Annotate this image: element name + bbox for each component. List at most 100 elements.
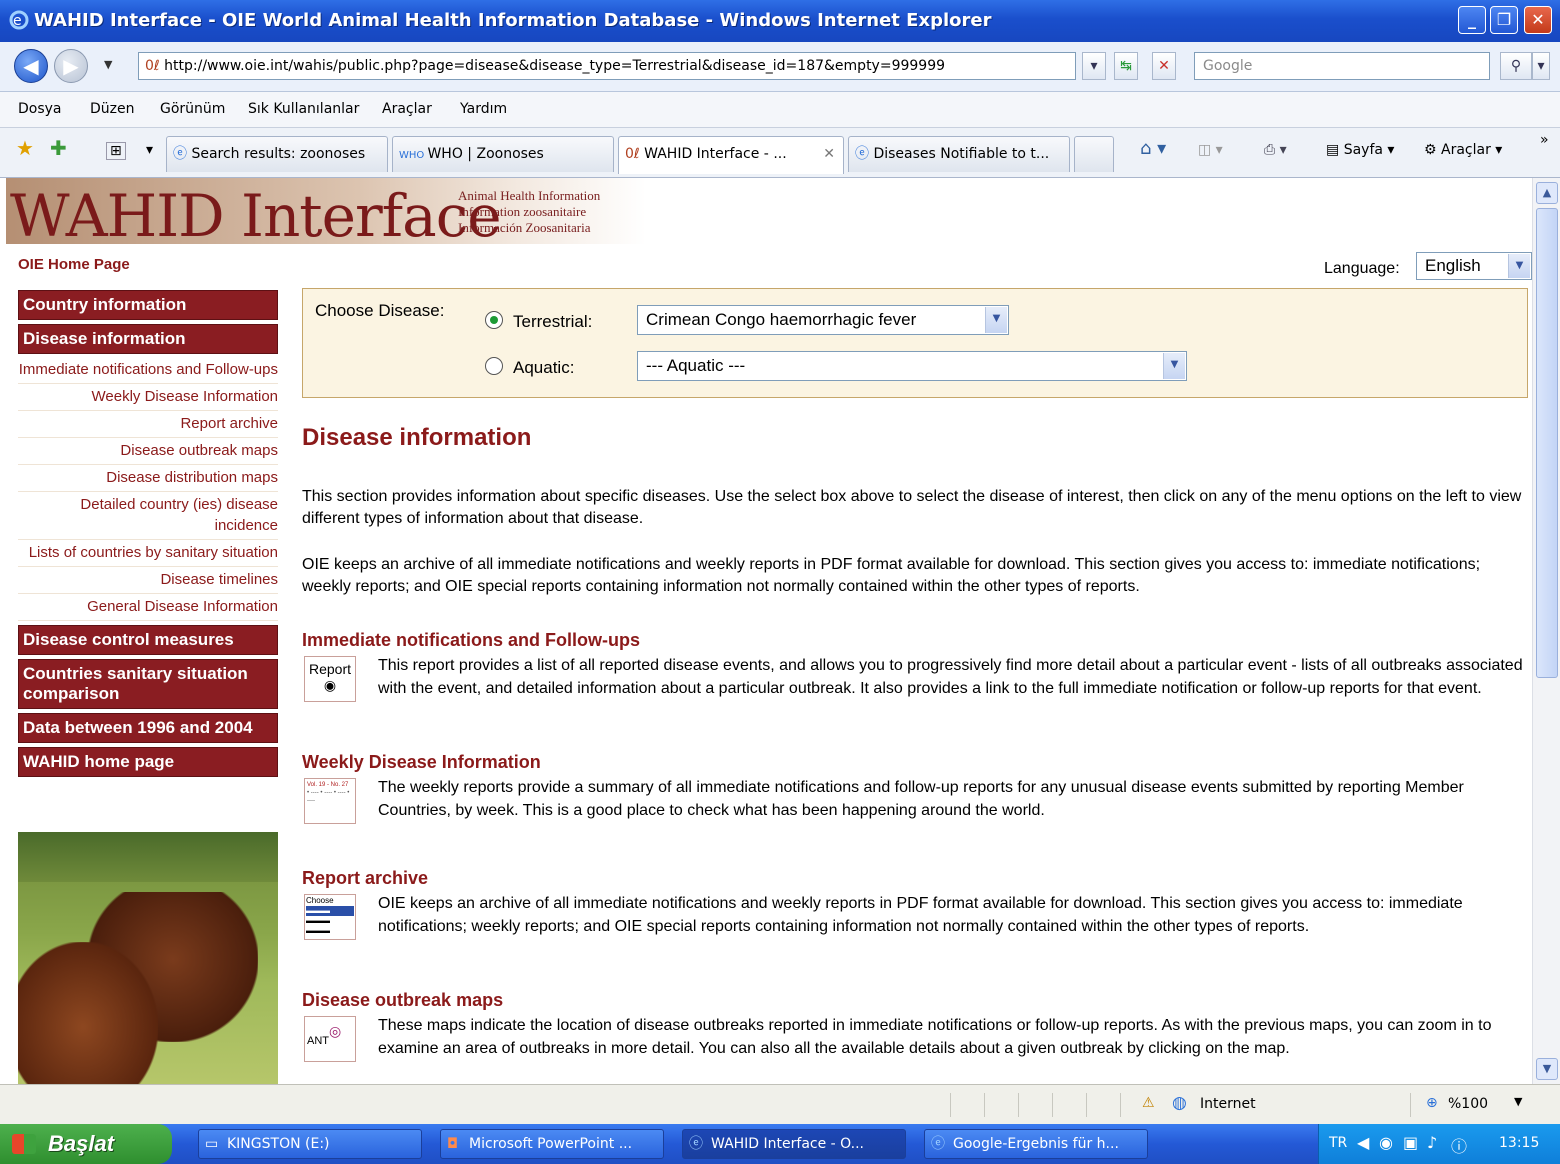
home-icon[interactable]: ⌂ ▾	[1140, 138, 1166, 159]
sidebar-nav: Country information Disease information …	[18, 290, 278, 781]
svg-text:e: e	[13, 13, 22, 29]
zone-label: Internet	[1200, 1096, 1256, 1112]
tab-list-dropdown-icon[interactable]: ▾	[146, 142, 153, 158]
search-icon[interactable]: ⚲	[1500, 52, 1532, 80]
sidebar-item-data-1996-2004[interactable]: Data between 1996 and 2004	[18, 713, 278, 743]
ie-page-icon: ⓔ	[855, 146, 874, 162]
sidebar-item-immediate-notifications[interactable]: Immediate notifications and Follow-ups	[18, 358, 278, 384]
tray-app-icon[interactable]: ◉	[1379, 1133, 1393, 1152]
sidebar-item-wahid-home-page[interactable]: WAHID home page	[18, 747, 278, 777]
weekly-report-icon[interactable]: Vol. 19 - No. 27 • ---- • ---- • ---- • -…	[304, 778, 356, 824]
sidebar-item-lists-of-countries[interactable]: Lists of countries by sanitary situation	[18, 540, 278, 567]
close-button[interactable]: ✕	[1524, 6, 1552, 34]
search-input[interactable]: Google	[1194, 52, 1490, 80]
menu-file[interactable]: Dosya	[18, 101, 62, 117]
address-dropdown-button[interactable]: ▾	[1082, 52, 1106, 80]
site-banner: WAHID Interface Animal Health Informatio…	[6, 178, 1532, 250]
oie-icon: 0ℓ	[625, 146, 645, 162]
language-indicator[interactable]: TR	[1329, 1135, 1347, 1151]
sidebar-item-weekly-disease-information[interactable]: Weekly Disease Information	[18, 384, 278, 411]
sidebar-item-report-archive[interactable]: Report archive	[18, 411, 278, 438]
tab-who-zoonoses[interactable]: WHO WHO | Zoonoses	[392, 136, 614, 172]
tab-diseases-notifiable[interactable]: ⓔ Diseases Notifiable to t...	[848, 136, 1070, 172]
terrestrial-disease-select[interactable]: Crimean Congo haemorrhagic fever ▼	[637, 305, 1009, 335]
feeds-icon[interactable]: ◫ ▾	[1198, 142, 1223, 158]
more-toolbar-icon[interactable]: »	[1540, 132, 1549, 148]
status-bar: ⚠ ◍ Internet ⊕ %100 ▼	[0, 1084, 1560, 1124]
close-tab-icon[interactable]: ✕	[823, 137, 835, 171]
zoom-icon[interactable]: ⊕	[1426, 1095, 1438, 1111]
tray-info-icon[interactable]: ⓘ	[1451, 1133, 1467, 1157]
sidebar-item-disease-information[interactable]: Disease information	[18, 324, 278, 354]
sidebar-item-disease-control-measures[interactable]: Disease control measures	[18, 625, 278, 655]
security-warning-icon[interactable]: ⚠	[1142, 1095, 1155, 1111]
tray-network-icon[interactable]: ▣	[1403, 1133, 1418, 1152]
report-eye-icon[interactable]: Report ◉	[304, 656, 356, 702]
sidebar-item-detailed-country-disease-incidence[interactable]: Detailed country (ies) disease incidence	[18, 492, 278, 540]
menu-tools[interactable]: Araçlar	[382, 101, 432, 117]
tray-collapse-icon[interactable]: ◀	[1357, 1133, 1369, 1152]
scroll-down-icon[interactable]: ▼	[1536, 1058, 1558, 1080]
tab-wahid-interface[interactable]: 0ℓ WAHID Interface - ... ✕	[618, 136, 844, 174]
powerpoint-icon: ◘	[447, 1136, 459, 1152]
sidebar-item-general-disease-information[interactable]: General Disease Information	[18, 594, 278, 621]
zoom-level[interactable]: %100	[1448, 1096, 1488, 1112]
archive-select-icon[interactable]: Choose ▬▬▬ ▬▬▬ ▬▬▬	[304, 894, 356, 940]
new-tab-button[interactable]	[1074, 136, 1114, 172]
menu-help[interactable]: Yardım	[460, 101, 507, 117]
language-select[interactable]: English ▼	[1416, 252, 1532, 280]
page-menu-button[interactable]: ▤ Sayfa ▾	[1326, 142, 1394, 158]
menu-edit[interactable]: Düzen	[90, 101, 135, 117]
sidebar-item-countries-sanitary-comparison[interactable]: Countries sanitary situation comparison	[18, 659, 278, 709]
taskbar-item-kingston[interactable]: ▭ KINGSTON (E:)	[198, 1129, 422, 1159]
history-dropdown-icon[interactable]: ▼	[104, 58, 112, 71]
terrestrial-radio[interactable]	[485, 311, 503, 329]
sidebar-item-disease-distribution-maps[interactable]: Disease distribution maps	[18, 465, 278, 492]
section-title-link[interactable]: Immediate notifications and Follow-ups	[302, 630, 1528, 651]
oie-home-link[interactable]: OIE Home Page	[18, 256, 130, 273]
minimize-button[interactable]: _	[1458, 6, 1486, 34]
section-report-archive: Report archive Choose ▬▬▬ ▬▬▬ ▬▬▬ OIE keeps…	[302, 868, 1528, 940]
tab-search-results[interactable]: ⓔ Search results: zoonoses	[166, 136, 388, 172]
add-favorite-icon[interactable]: ✚	[50, 136, 67, 160]
section-title-link[interactable]: Report archive	[302, 868, 1528, 889]
page-title: Disease information	[302, 424, 532, 451]
address-input[interactable]: 0ℓ http://www.oie.int/wahis/public.php?p…	[138, 52, 1076, 80]
site-logo[interactable]: WAHID Interface	[10, 182, 502, 250]
tray-volume-icon[interactable]: ♪	[1427, 1133, 1437, 1152]
start-button[interactable]: Başlat	[0, 1124, 172, 1164]
taskbar-item-wahid[interactable]: ⓔ WAHID Interface - O...	[682, 1129, 906, 1159]
scroll-up-icon[interactable]: ▲	[1536, 182, 1558, 204]
window-title-bar: e WAHID Interface - OIE World Animal Hea…	[0, 0, 1560, 42]
stop-button[interactable]: ✕	[1152, 52, 1176, 80]
menu-view[interactable]: Görünüm	[160, 101, 225, 117]
taskbar-item-powerpoint[interactable]: ◘ Microsoft PowerPoint ...	[440, 1129, 664, 1159]
drive-icon: ▭	[205, 1136, 219, 1152]
forward-button[interactable]: ▶	[54, 49, 88, 83]
search-options-button[interactable]: ▾	[1532, 52, 1550, 80]
address-url: http://www.oie.int/wahis/public.php?page…	[164, 58, 946, 74]
quick-tabs-icon[interactable]: ⊞	[106, 142, 126, 160]
section-title-link[interactable]: Disease outbreak maps	[302, 990, 1528, 1011]
tools-menu-button[interactable]: ⚙ Araçlar ▾	[1424, 142, 1502, 158]
refresh-button[interactable]: ↹	[1114, 52, 1138, 80]
vertical-scrollbar[interactable]: ▲ ▼	[1532, 178, 1560, 1084]
banner-subtitle: Animal Health Information Information zo…	[458, 188, 601, 235]
aquatic-radio[interactable]	[485, 357, 503, 375]
scroll-thumb[interactable]	[1536, 208, 1558, 678]
zoom-dropdown-icon[interactable]: ▼	[1514, 1095, 1522, 1108]
maximize-button[interactable]: ❐	[1490, 6, 1518, 34]
sidebar-item-disease-timelines[interactable]: Disease timelines	[18, 567, 278, 594]
address-toolbar: ◀ ▶ ▼ 0ℓ http://www.oie.int/wahis/public…	[0, 42, 1560, 92]
outbreak-map-icon[interactable]: ◎ ANT	[304, 1016, 356, 1062]
taskbar-item-google[interactable]: ⓔ Google-Ergebnis für h...	[924, 1129, 1148, 1159]
sidebar-item-disease-outbreak-maps[interactable]: Disease outbreak maps	[18, 438, 278, 465]
tab-bar: ★ ✚ ⊞ ▾ ⓔ Search results: zoonoses WHO W…	[0, 128, 1560, 178]
print-icon[interactable]: ⎙ ▾	[1264, 142, 1287, 158]
back-button[interactable]: ◀	[14, 49, 48, 83]
section-title-link[interactable]: Weekly Disease Information	[302, 752, 1528, 773]
aquatic-disease-select[interactable]: --- Aquatic --- ▼	[637, 351, 1187, 381]
menu-favorites[interactable]: Sık Kullanılanlar	[248, 101, 359, 117]
sidebar-item-country-information[interactable]: Country information	[18, 290, 278, 320]
favorites-star-icon[interactable]: ★	[16, 136, 34, 160]
